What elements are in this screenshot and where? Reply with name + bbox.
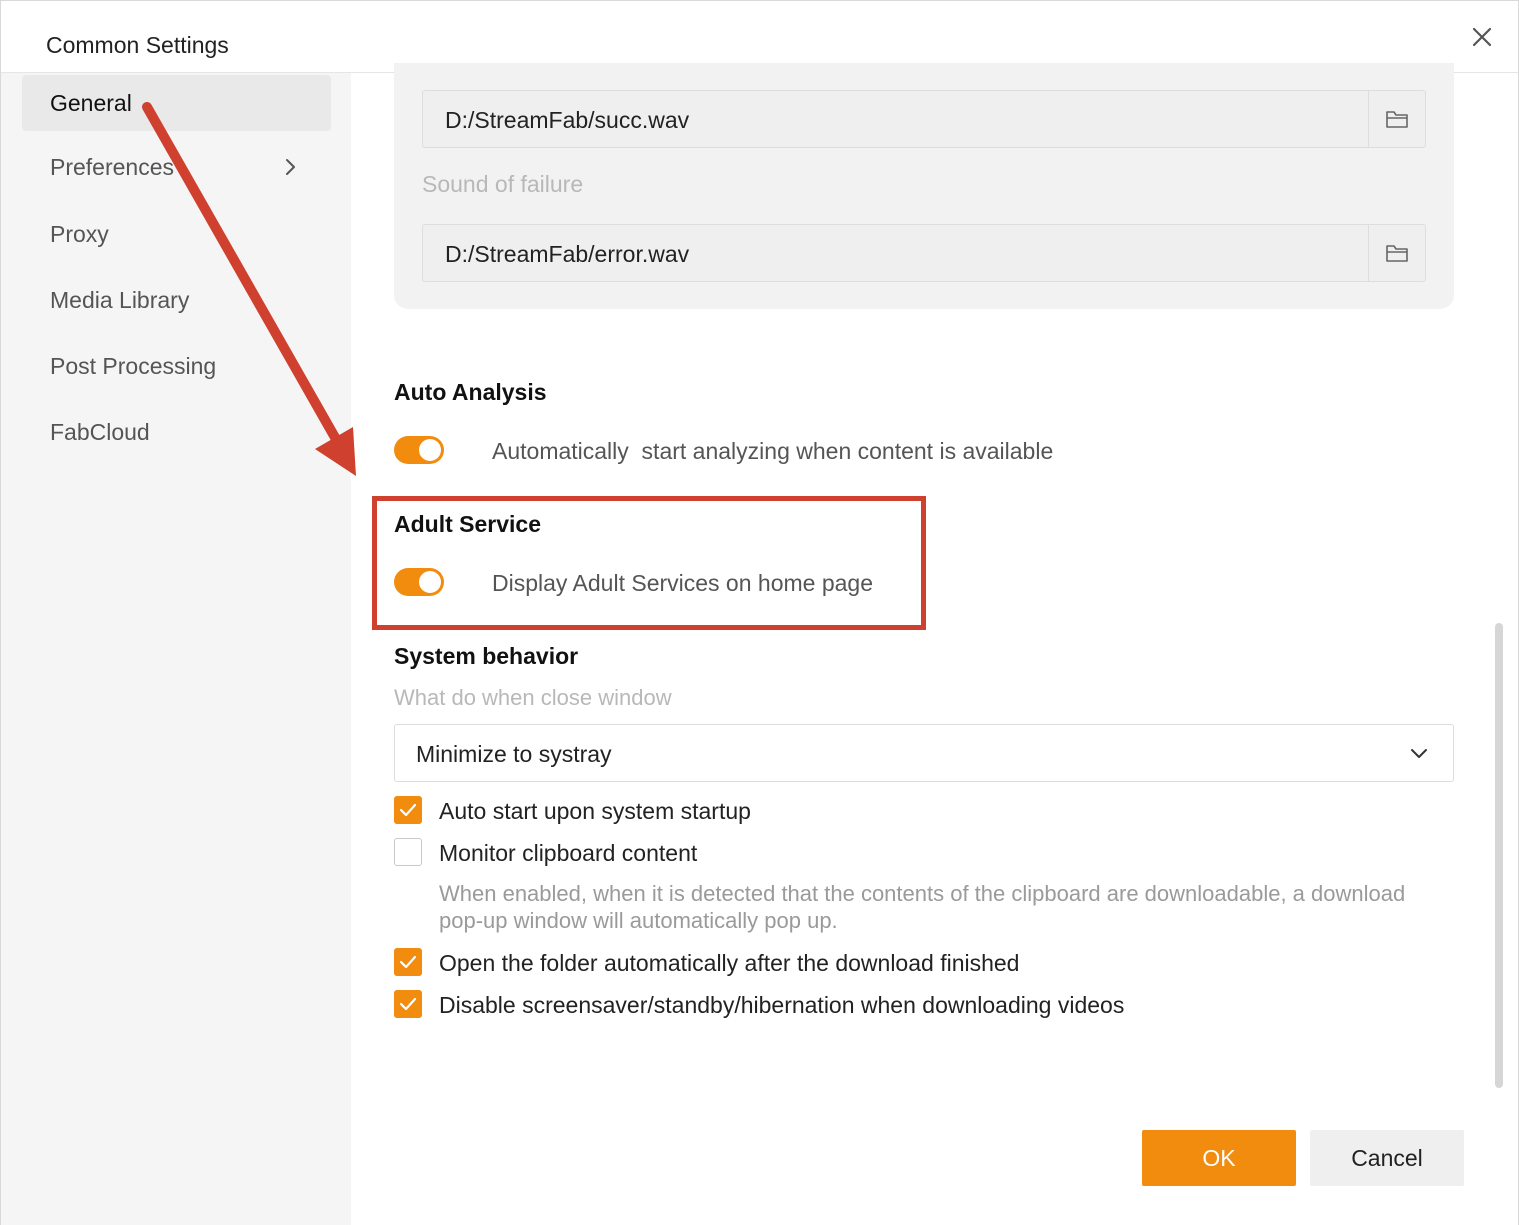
sidebar-item-label: Proxy bbox=[50, 221, 109, 247]
auto-analysis-label: Automatically start analyzing when conte… bbox=[492, 438, 1054, 464]
sidebar-item-label: FabCloud bbox=[50, 419, 150, 445]
settings-content: D:/StreamFab/succ.wav Sound of failure D… bbox=[351, 63, 1518, 1225]
browse-success-button[interactable] bbox=[1368, 91, 1425, 147]
toggle-knob bbox=[419, 571, 441, 593]
adult-service-title: Adult Service bbox=[394, 511, 541, 537]
sidebar-item-label: General bbox=[50, 90, 132, 116]
open-folder-label: Open the folder automatically after the … bbox=[439, 950, 1020, 976]
sidebar-item-media-library[interactable]: Media Library bbox=[22, 272, 331, 328]
success-sound-field[interactable]: D:/StreamFab/succ.wav bbox=[422, 90, 1426, 148]
close-window-label: What do when close window bbox=[394, 685, 672, 710]
disable-screensaver-checkbox[interactable] bbox=[394, 990, 422, 1018]
system-behavior-title: System behavior bbox=[394, 643, 579, 669]
disable-screensaver-label: Disable screensaver/standby/hibernation … bbox=[439, 992, 1125, 1018]
sidebar-item-general[interactable]: General bbox=[22, 75, 331, 131]
chevron-right-icon bbox=[286, 159, 295, 175]
adult-service-label: Display Adult Services on home page bbox=[492, 570, 873, 596]
failure-sound-label: Sound of failure bbox=[422, 171, 584, 197]
adult-service-toggle[interactable] bbox=[394, 568, 444, 596]
check-icon bbox=[399, 955, 417, 969]
sidebar-item-proxy[interactable]: Proxy bbox=[22, 206, 331, 262]
scrollbar-thumb[interactable] bbox=[1495, 623, 1503, 1088]
monitor-clipboard-checkbox[interactable] bbox=[394, 838, 422, 866]
success-sound-path: D:/StreamFab/succ.wav bbox=[445, 107, 690, 133]
auto-analysis-title: Auto Analysis bbox=[394, 379, 547, 405]
chevron-down-icon bbox=[1411, 749, 1427, 758]
folder-icon bbox=[1386, 111, 1408, 128]
sidebar-item-label: Post Processing bbox=[50, 353, 217, 379]
auto-start-checkbox[interactable] bbox=[394, 796, 422, 824]
close-button[interactable] bbox=[1466, 21, 1498, 53]
cancel-button[interactable]: Cancel bbox=[1310, 1130, 1464, 1186]
dialog-title: Common Settings bbox=[46, 32, 229, 58]
sidebar: General Preferences Proxy Media Library … bbox=[1, 73, 351, 1225]
monitor-clipboard-label: Monitor clipboard content bbox=[439, 840, 698, 866]
sidebar-item-preferences[interactable]: Preferences bbox=[22, 139, 331, 195]
folder-icon bbox=[1386, 245, 1408, 262]
close-window-value: Minimize to systray bbox=[416, 741, 612, 767]
browse-failure-button[interactable] bbox=[1368, 225, 1425, 281]
open-folder-checkbox[interactable] bbox=[394, 948, 422, 976]
sidebar-item-label: Media Library bbox=[50, 287, 190, 313]
close-icon bbox=[1472, 27, 1492, 47]
ok-button[interactable]: OK bbox=[1142, 1130, 1296, 1186]
check-icon bbox=[399, 803, 417, 817]
clipboard-hint: When enabled, when it is detected that t… bbox=[439, 881, 1406, 933]
sidebar-item-post-processing[interactable]: Post Processing bbox=[22, 338, 331, 394]
check-icon bbox=[399, 997, 417, 1011]
failure-sound-path: D:/StreamFab/error.wav bbox=[445, 241, 690, 267]
failure-sound-field[interactable]: D:/StreamFab/error.wav bbox=[422, 224, 1426, 282]
settings-dialog: Common Settings General Preferences Prox… bbox=[0, 0, 1519, 1225]
close-window-select[interactable]: Minimize to systray bbox=[394, 724, 1454, 782]
auto-analysis-toggle[interactable] bbox=[394, 436, 444, 464]
toggle-knob bbox=[419, 439, 441, 461]
sidebar-item-label: Preferences bbox=[50, 154, 175, 180]
sound-panel: D:/StreamFab/succ.wav Sound of failure D… bbox=[394, 63, 1454, 309]
auto-start-label: Auto start upon system startup bbox=[439, 798, 751, 824]
sidebar-item-fabcloud[interactable]: FabCloud bbox=[22, 404, 331, 460]
